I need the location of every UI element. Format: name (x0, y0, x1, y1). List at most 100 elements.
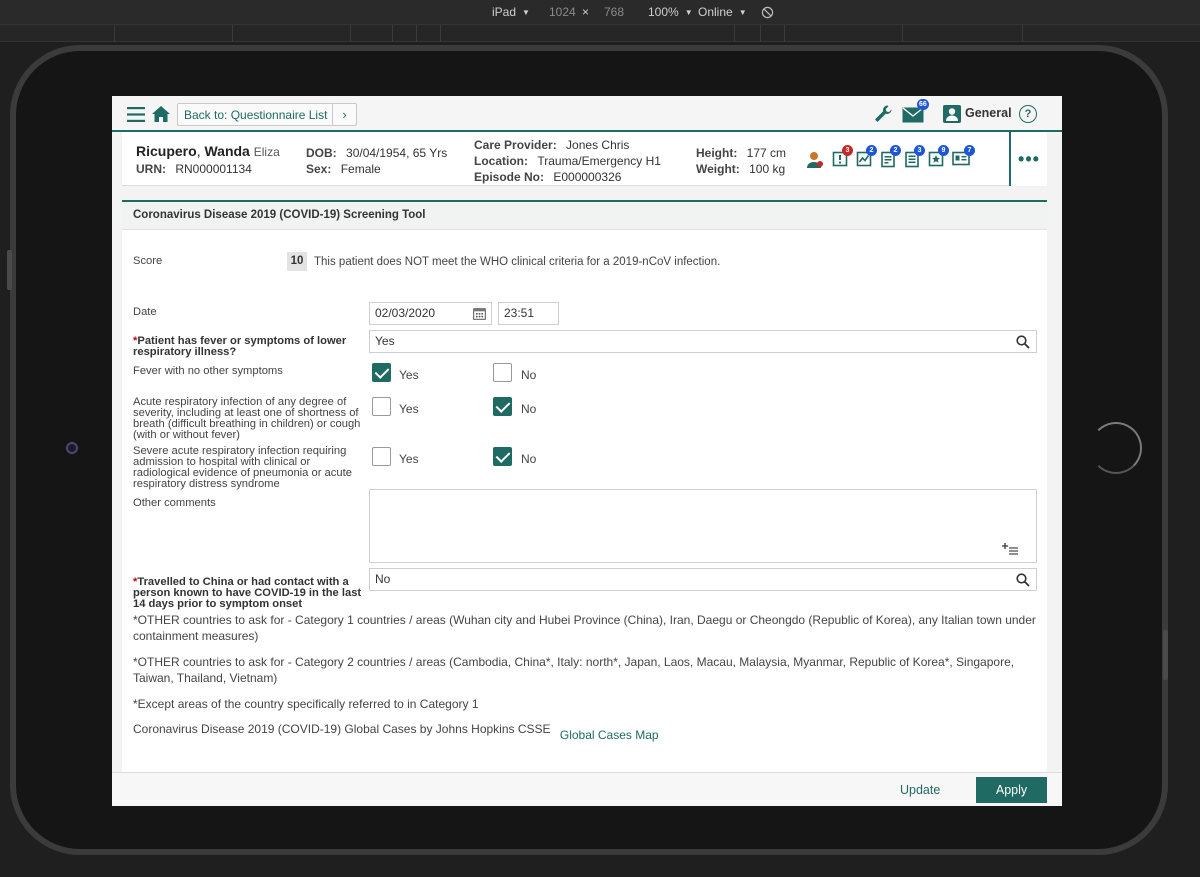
rotate-button[interactable] (761, 6, 774, 19)
viewport-height[interactable]: 768 (604, 5, 624, 19)
q2-yes-checkbox[interactable] (372, 397, 391, 416)
network-value: Online (698, 5, 733, 19)
patient-dob: DOB: 30/04/1954, 65 Yrs (306, 146, 447, 160)
time-input[interactable]: 23:51 (498, 302, 559, 325)
fever-question-select[interactable]: Yes (369, 330, 1037, 353)
fever-question-label: *Patient has fever or symptoms of lower … (133, 335, 347, 358)
zoom-select[interactable]: 100% ▼ (648, 5, 693, 19)
height-value: 177 cm (746, 146, 787, 160)
q3-no-checkbox[interactable] (493, 447, 512, 466)
power-button (1163, 630, 1168, 680)
forward-button[interactable]: › (332, 103, 357, 126)
global-cases-row: Coronavirus Disease 2019 (COVID-19) Glob… (133, 721, 1038, 742)
calendar-icon[interactable] (473, 307, 486, 320)
q1-no-checkbox[interactable] (493, 363, 512, 382)
mail-count-badge: 66 (917, 99, 929, 110)
alerts-icon[interactable]: 3 (832, 145, 853, 169)
network-select[interactable]: Online ▼ (698, 5, 747, 19)
tools-button[interactable] (872, 104, 894, 124)
help-button[interactable]: ? (1019, 105, 1037, 123)
q2-no-label: No (521, 402, 537, 416)
home-icon (152, 106, 170, 122)
favourites-icon[interactable]: 9 (928, 145, 949, 169)
orders-list-icon[interactable]: 3 (904, 145, 925, 169)
q2-label: Acute respiratory infection of any degre… (133, 396, 361, 441)
patient-middle-name: Eliza (253, 145, 280, 159)
travel-question-text: Travelled to China or had contact with a… (133, 576, 362, 610)
update-button[interactable]: Update (892, 780, 948, 800)
weight-label: Weight: (696, 162, 740, 176)
id-card-badge: 7 (964, 145, 975, 156)
wrench-icon (875, 105, 892, 122)
q3-yes-checkbox[interactable] (372, 447, 391, 466)
search-icon[interactable] (1016, 573, 1030, 587)
score-interpretation: This patient does NOT meet the WHO clini… (314, 256, 721, 268)
q2-no-checkbox[interactable] (493, 397, 512, 416)
camera-icon (66, 442, 78, 454)
chevron-down-icon: ▼ (738, 7, 747, 17)
hamburger-icon (127, 106, 145, 122)
notes-icon[interactable]: 2 (880, 145, 901, 169)
care-team-icon[interactable] (806, 151, 826, 169)
menu-button[interactable] (126, 105, 146, 123)
device-name: iPad (492, 5, 517, 19)
height-label: Height: (696, 146, 738, 160)
volume-button (7, 250, 12, 290)
user-button[interactable] (943, 105, 961, 123)
patient-banner: Ricupero, Wanda Eliza URN: RN000001134 D… (122, 132, 1047, 186)
fever-question-text: Patient has fever or symptoms of lower r… (133, 335, 347, 358)
more-options-button[interactable]: ••• (1009, 132, 1047, 186)
patient-height: Height: 177 cm (696, 146, 786, 160)
sex-value: Female (340, 162, 381, 176)
patient-given-name: Wanda (204, 143, 250, 159)
notes-badge: 2 (890, 145, 901, 156)
device-select[interactable]: iPad ▼ (492, 5, 530, 19)
help-icon: ? (1024, 108, 1032, 120)
messages-button[interactable]: 66 (901, 99, 929, 125)
sex-label: Sex: (306, 162, 332, 176)
chevron-down-icon: ▼ (684, 7, 693, 17)
urn-value: RN000001134 (175, 162, 252, 176)
episode-label: Episode No: (474, 170, 545, 184)
q1-yes-label: Yes (399, 368, 419, 382)
more-icon: ••• (1018, 148, 1040, 169)
patient-name[interactable]: Ricupero, Wanda Eliza (136, 143, 280, 159)
provider-label: Care Provider: (474, 138, 557, 152)
except-areas-note: *Except areas of the country specificall… (133, 697, 479, 711)
fever-question-value: Yes (375, 334, 395, 348)
dimension-separator: × (582, 5, 590, 19)
travel-question-select[interactable]: No (369, 568, 1037, 591)
provider-value: Jones Chris (566, 138, 630, 152)
rotate-icon (761, 6, 774, 18)
q1-yes-checkbox[interactable] (372, 363, 391, 382)
score-value: 10 (287, 252, 307, 271)
comments-label: Other comments (133, 497, 216, 509)
patient-location: Location: Trauma/Emergency H1 (474, 154, 661, 168)
observations-badge: 2 (866, 145, 877, 156)
episode-value: E000000326 (553, 170, 622, 184)
add-text-icon[interactable] (1002, 543, 1018, 555)
patient-weight: Weight: 100 kg (696, 162, 785, 176)
date-input[interactable]: 02/03/2020 (369, 302, 492, 325)
viewport-width[interactable]: 1024 (549, 5, 576, 19)
id-card-icon[interactable]: 7 (952, 145, 975, 169)
user-role-label[interactable]: General (965, 106, 1012, 120)
back-button[interactable]: Back to: Questionnaire List (177, 103, 335, 126)
comments-textarea[interactable] (369, 489, 1037, 563)
weight-value: 100 kg (749, 162, 786, 176)
global-cases-map-link[interactable]: Global Cases Map (560, 728, 659, 742)
observations-chart-icon[interactable]: 2 (856, 145, 877, 169)
time-value: 23:51 (504, 306, 535, 320)
questionnaire-form: Coronavirus Disease 2019 (COVID-19) Scre… (122, 200, 1047, 772)
patient-urn: URN: RN000001134 (136, 162, 252, 176)
category-2-note: *OTHER countries to ask for - Category 2… (133, 655, 1015, 685)
location-value: Trauma/Emergency H1 (537, 154, 661, 168)
search-icon[interactable] (1016, 335, 1030, 349)
apply-button-label: Apply (995, 783, 1028, 797)
patient-surname: Ricupero (136, 143, 197, 159)
q3-label: Severe acute respiratory infection requi… (133, 445, 352, 490)
apply-button[interactable]: Apply (976, 777, 1047, 803)
ruler-strip (0, 24, 1200, 42)
home-button[interactable] (150, 104, 172, 124)
favourites-badge: 9 (938, 145, 949, 156)
